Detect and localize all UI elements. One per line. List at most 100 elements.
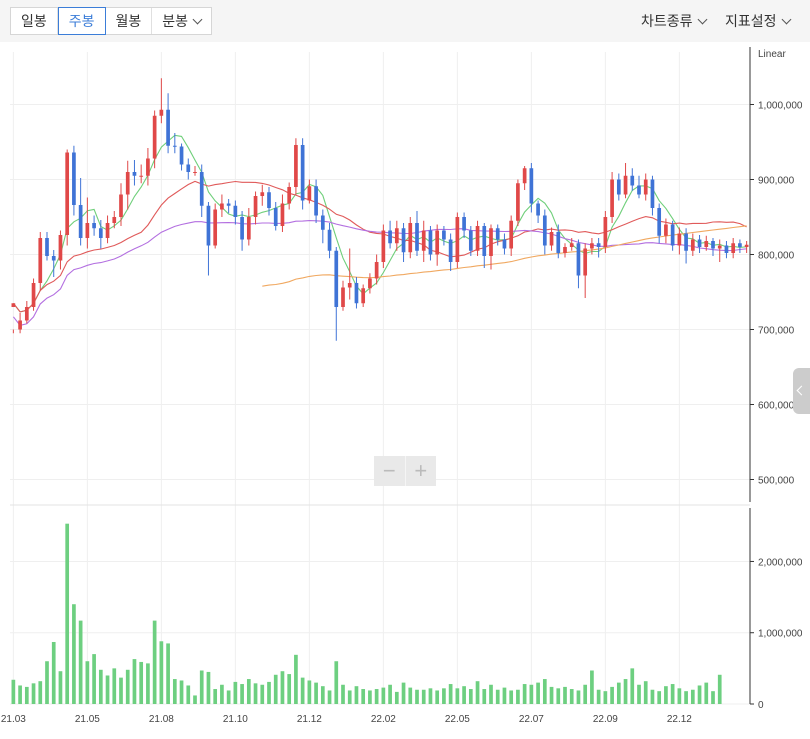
candle-body: [347, 283, 352, 288]
volume-bar: [300, 677, 305, 704]
volume-bar: [186, 685, 191, 704]
candle-body: [78, 205, 83, 238]
time-tick-label: 22.02: [371, 714, 396, 725]
volume-bar: [354, 686, 359, 704]
volume-bar: [616, 682, 621, 704]
tab-minute[interactable]: 분봉: [152, 8, 211, 34]
candle-body: [522, 168, 527, 184]
indicator-settings-dropdown[interactable]: 지표설정: [725, 11, 791, 31]
volume-bar: [51, 641, 56, 704]
tab-minute-label: 분봉: [162, 13, 189, 29]
candle-body: [112, 217, 117, 223]
volume-bar: [563, 686, 567, 704]
candle-body: [408, 223, 413, 253]
candle-body: [516, 183, 520, 221]
volume-bar: [18, 685, 22, 704]
volume-bar: [166, 643, 170, 704]
volume-bar: [455, 688, 460, 704]
candle-body: [72, 152, 76, 205]
candle-body: [664, 224, 668, 236]
volume-bar: [569, 689, 574, 704]
candle-body: [152, 115, 157, 159]
candle-body: [610, 179, 614, 217]
side-panel-toggle[interactable]: [793, 368, 810, 414]
candle-body: [462, 217, 466, 231]
zoom-in-button[interactable]: +: [406, 456, 437, 486]
zoom-out-button[interactable]: −: [374, 456, 406, 486]
volume-bar: [462, 686, 466, 704]
candle-body: [58, 235, 63, 261]
candle-body: [697, 239, 702, 247]
volume-bar: [482, 689, 487, 704]
candle-body: [334, 250, 339, 307]
volume-bar: [307, 680, 312, 704]
candle-body: [267, 192, 271, 208]
tab-monthly[interactable]: 월봉: [106, 8, 153, 34]
candle-body: [300, 145, 305, 201]
candle-body: [421, 230, 426, 251]
chart-type-dropdown[interactable]: 차트종류: [641, 11, 707, 31]
volume-bar: [159, 641, 164, 704]
volume-bar: [146, 663, 150, 704]
candle-body: [744, 244, 749, 247]
candle-body: [576, 243, 581, 276]
volume-tick-label: 1,000,000: [758, 629, 803, 640]
tab-daily[interactable]: 일봉: [11, 8, 58, 34]
volume-bar: [435, 690, 440, 704]
candle-body: [341, 287, 345, 307]
volume-bar: [368, 690, 372, 704]
candle-body: [549, 232, 554, 246]
candle-body: [509, 220, 514, 249]
candle-body: [92, 223, 96, 229]
candle-body: [630, 175, 635, 186]
volume-bar: [394, 691, 399, 704]
volume-bar: [112, 668, 117, 704]
candle-body: [442, 230, 446, 240]
candle-body: [704, 241, 709, 247]
axes: Linear 1,000,000 900,000 800,000 700,000 600,…: [1, 47, 803, 725]
volume-bar: [388, 684, 392, 704]
price-tick-label: 700,000: [758, 326, 795, 337]
candle-body: [125, 172, 130, 195]
chevron-down-icon: [781, 14, 791, 25]
volume-bar: [401, 682, 406, 704]
volume-bar: [213, 689, 218, 704]
volume-bar: [677, 688, 682, 704]
candle-body: [738, 243, 742, 247]
candle-body: [132, 172, 137, 176]
volume-bar: [610, 686, 614, 704]
stock-chart[interactable]: Linear 1,000,000 900,000 800,000 700,000 600,…: [0, 42, 810, 739]
volume-bar: [246, 679, 251, 704]
candle-body: [146, 158, 150, 176]
volume-bar: [596, 689, 601, 704]
time-tick-label: 21.12: [297, 714, 322, 725]
candle-body: [590, 243, 594, 249]
volume-bar: [623, 679, 628, 704]
candle-body: [415, 223, 419, 251]
candle-body: [11, 303, 16, 307]
volume-bar: [125, 669, 130, 704]
volume-bar: [240, 684, 244, 704]
chart-panel[interactable]: Linear 1,000,000 900,000 800,000 700,000 600,…: [0, 42, 810, 739]
candle-body: [240, 217, 244, 240]
volume-bar: [670, 684, 675, 704]
volume-bar: [294, 654, 298, 704]
candle-body: [394, 228, 399, 244]
volume-bar: [226, 690, 231, 704]
time-tick-label: 21.08: [149, 714, 174, 725]
volume-bar: [347, 690, 352, 704]
candle-body: [455, 217, 460, 262]
volume-bar: [448, 684, 453, 704]
moving-average-lines: [12, 134, 747, 327]
candle-body: [220, 203, 224, 210]
tab-weekly[interactable]: 주봉: [57, 7, 106, 35]
candle-body: [616, 179, 621, 195]
volume-bar: [233, 681, 238, 704]
candle-body: [314, 186, 318, 216]
volume-bar: [273, 674, 278, 704]
candle-body: [482, 226, 487, 256]
volume-bar: [664, 686, 668, 704]
candle-body: [623, 175, 628, 195]
volume-bar: [280, 671, 285, 704]
volume-bar: [421, 689, 426, 704]
